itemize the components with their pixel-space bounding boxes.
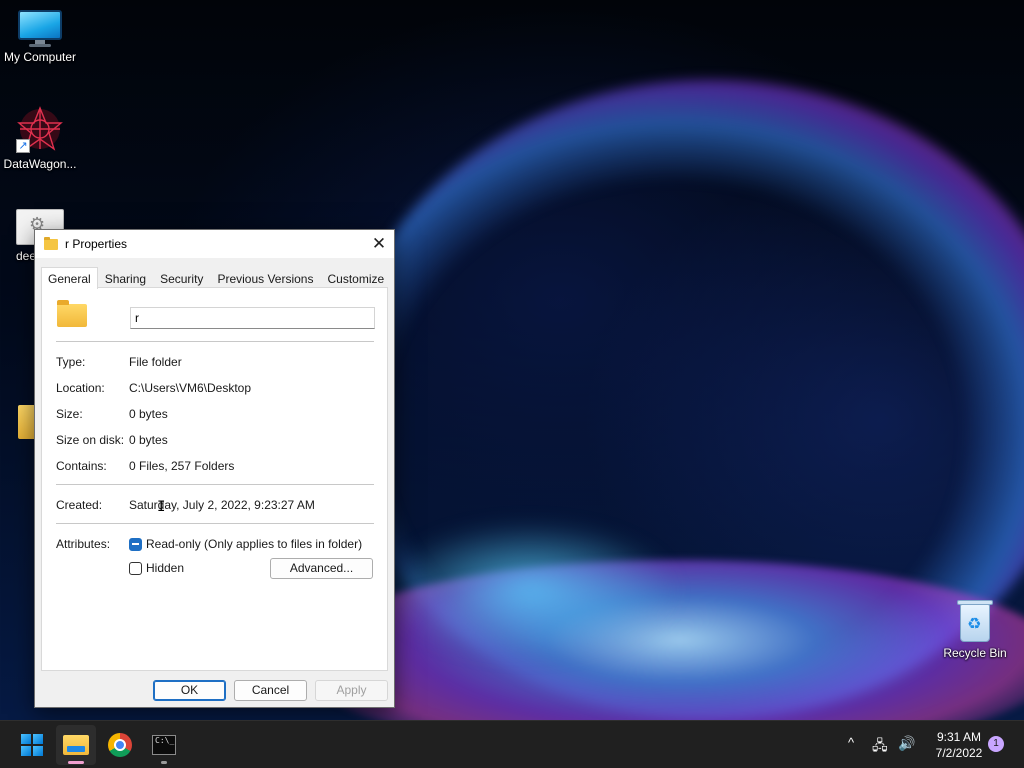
running-indicator [161, 761, 167, 764]
type-value: File folder [129, 355, 182, 369]
created-label: Created: [56, 498, 103, 512]
desktop-icon-recycle-bin[interactable]: ♻ Recycle Bin [935, 598, 1015, 660]
text-cursor-icon: I [157, 499, 166, 515]
size-on-disk-value: 0 bytes [129, 433, 168, 447]
divider [56, 341, 374, 342]
tab-customize[interactable]: Customize [320, 268, 391, 288]
general-tab-panel: Type: File folder Location: C:\Users\VM6… [41, 287, 388, 671]
checkbox-unchecked-icon [129, 561, 142, 575]
close-button[interactable]: ✕ [364, 230, 394, 258]
tab-strip: General Sharing Security Previous Versio… [41, 266, 391, 289]
desktop-icon-my-computer[interactable]: My Computer [0, 10, 80, 64]
advanced-button[interactable]: Advanced... [270, 558, 373, 579]
tab-sharing[interactable]: Sharing [98, 268, 153, 288]
taskbar-terminal[interactable]: C:\_ [144, 725, 184, 765]
type-label: Type: [56, 355, 86, 369]
tab-general[interactable]: General [41, 267, 98, 289]
taskbar-chrome[interactable] [100, 725, 140, 765]
chrome-icon [108, 733, 132, 757]
taskbar-file-explorer[interactable] [56, 725, 96, 765]
dialog-title: r Properties [65, 237, 128, 251]
size-value: 0 bytes [129, 407, 168, 421]
folder-icon [44, 236, 58, 250]
apply-button[interactable]: Apply [315, 680, 388, 701]
desktop-icon-label: Recycle Bin [943, 646, 1007, 660]
checkbox-indeterminate-icon [129, 537, 142, 551]
show-hidden-icons-chevron-icon[interactable]: ^ [848, 735, 854, 750]
folder-icon [57, 300, 87, 327]
file-explorer-icon [63, 735, 89, 755]
ok-button[interactable]: OK [153, 680, 226, 701]
monitor-icon [18, 10, 62, 47]
hidden-label: Hidden [146, 561, 185, 575]
close-icon: ✕ [371, 234, 387, 253]
attributes-label: Attributes: [56, 537, 111, 551]
tab-security[interactable]: Security [153, 268, 210, 288]
datawagon-icon: ↗ [16, 105, 64, 153]
folder-name-input[interactable] [130, 307, 375, 329]
desktop-icon-label: My Computer [3, 50, 77, 64]
contains-label: Contains: [56, 459, 107, 473]
volume-icon[interactable]: 🔊 [898, 735, 915, 752]
start-button[interactable] [12, 725, 52, 765]
windows-logo-icon [21, 734, 43, 756]
hidden-checkbox[interactable]: Hidden [129, 561, 184, 575]
location-label: Location: [56, 381, 105, 395]
taskbar-clock[interactable]: 9:31 AM 7/2/2022 [920, 729, 998, 761]
readonly-label: Read-only (Only applies to files in fold… [146, 537, 363, 551]
clock-time: 9:31 AM [936, 730, 982, 744]
desktop-icon-label: DataWagon... [3, 157, 77, 171]
divider [56, 523, 374, 524]
desktop-folder-icon[interactable] [18, 405, 34, 439]
dialog-titlebar[interactable]: r Properties ✕ [35, 230, 394, 258]
readonly-checkbox[interactable]: Read-only (Only applies to files in fold… [129, 537, 362, 551]
recycle-bin-icon: ♻ [957, 598, 993, 642]
location-value: C:\Users\VM6\Desktop [129, 381, 252, 395]
contains-value: 0 Files, 257 Folders [129, 459, 235, 473]
size-on-disk-label: Size on disk: [56, 433, 125, 447]
network-icon[interactable]: 🖧 [872, 735, 888, 759]
taskbar: C:\_ ^ 🖧 🔊 9:31 AM 7/2/2022 [0, 720, 1024, 768]
desktop-icon-datawagon[interactable]: ↗ DataWagon... [0, 105, 80, 171]
cancel-button[interactable]: Cancel [234, 680, 307, 701]
running-indicator [68, 761, 84, 764]
notification-badge[interactable]: 1 [988, 736, 1004, 752]
clock-date: 7/2/2022 [935, 746, 983, 760]
terminal-icon: C:\_ [152, 735, 176, 755]
divider [56, 484, 374, 485]
tab-previous-versions[interactable]: Previous Versions [210, 268, 320, 288]
size-label: Size: [56, 407, 83, 421]
shortcut-arrow-icon: ↗ [16, 139, 30, 153]
properties-dialog: r Properties ✕ General Sharing Security … [34, 229, 395, 708]
wallpaper-bloom-glow [380, 520, 680, 660]
